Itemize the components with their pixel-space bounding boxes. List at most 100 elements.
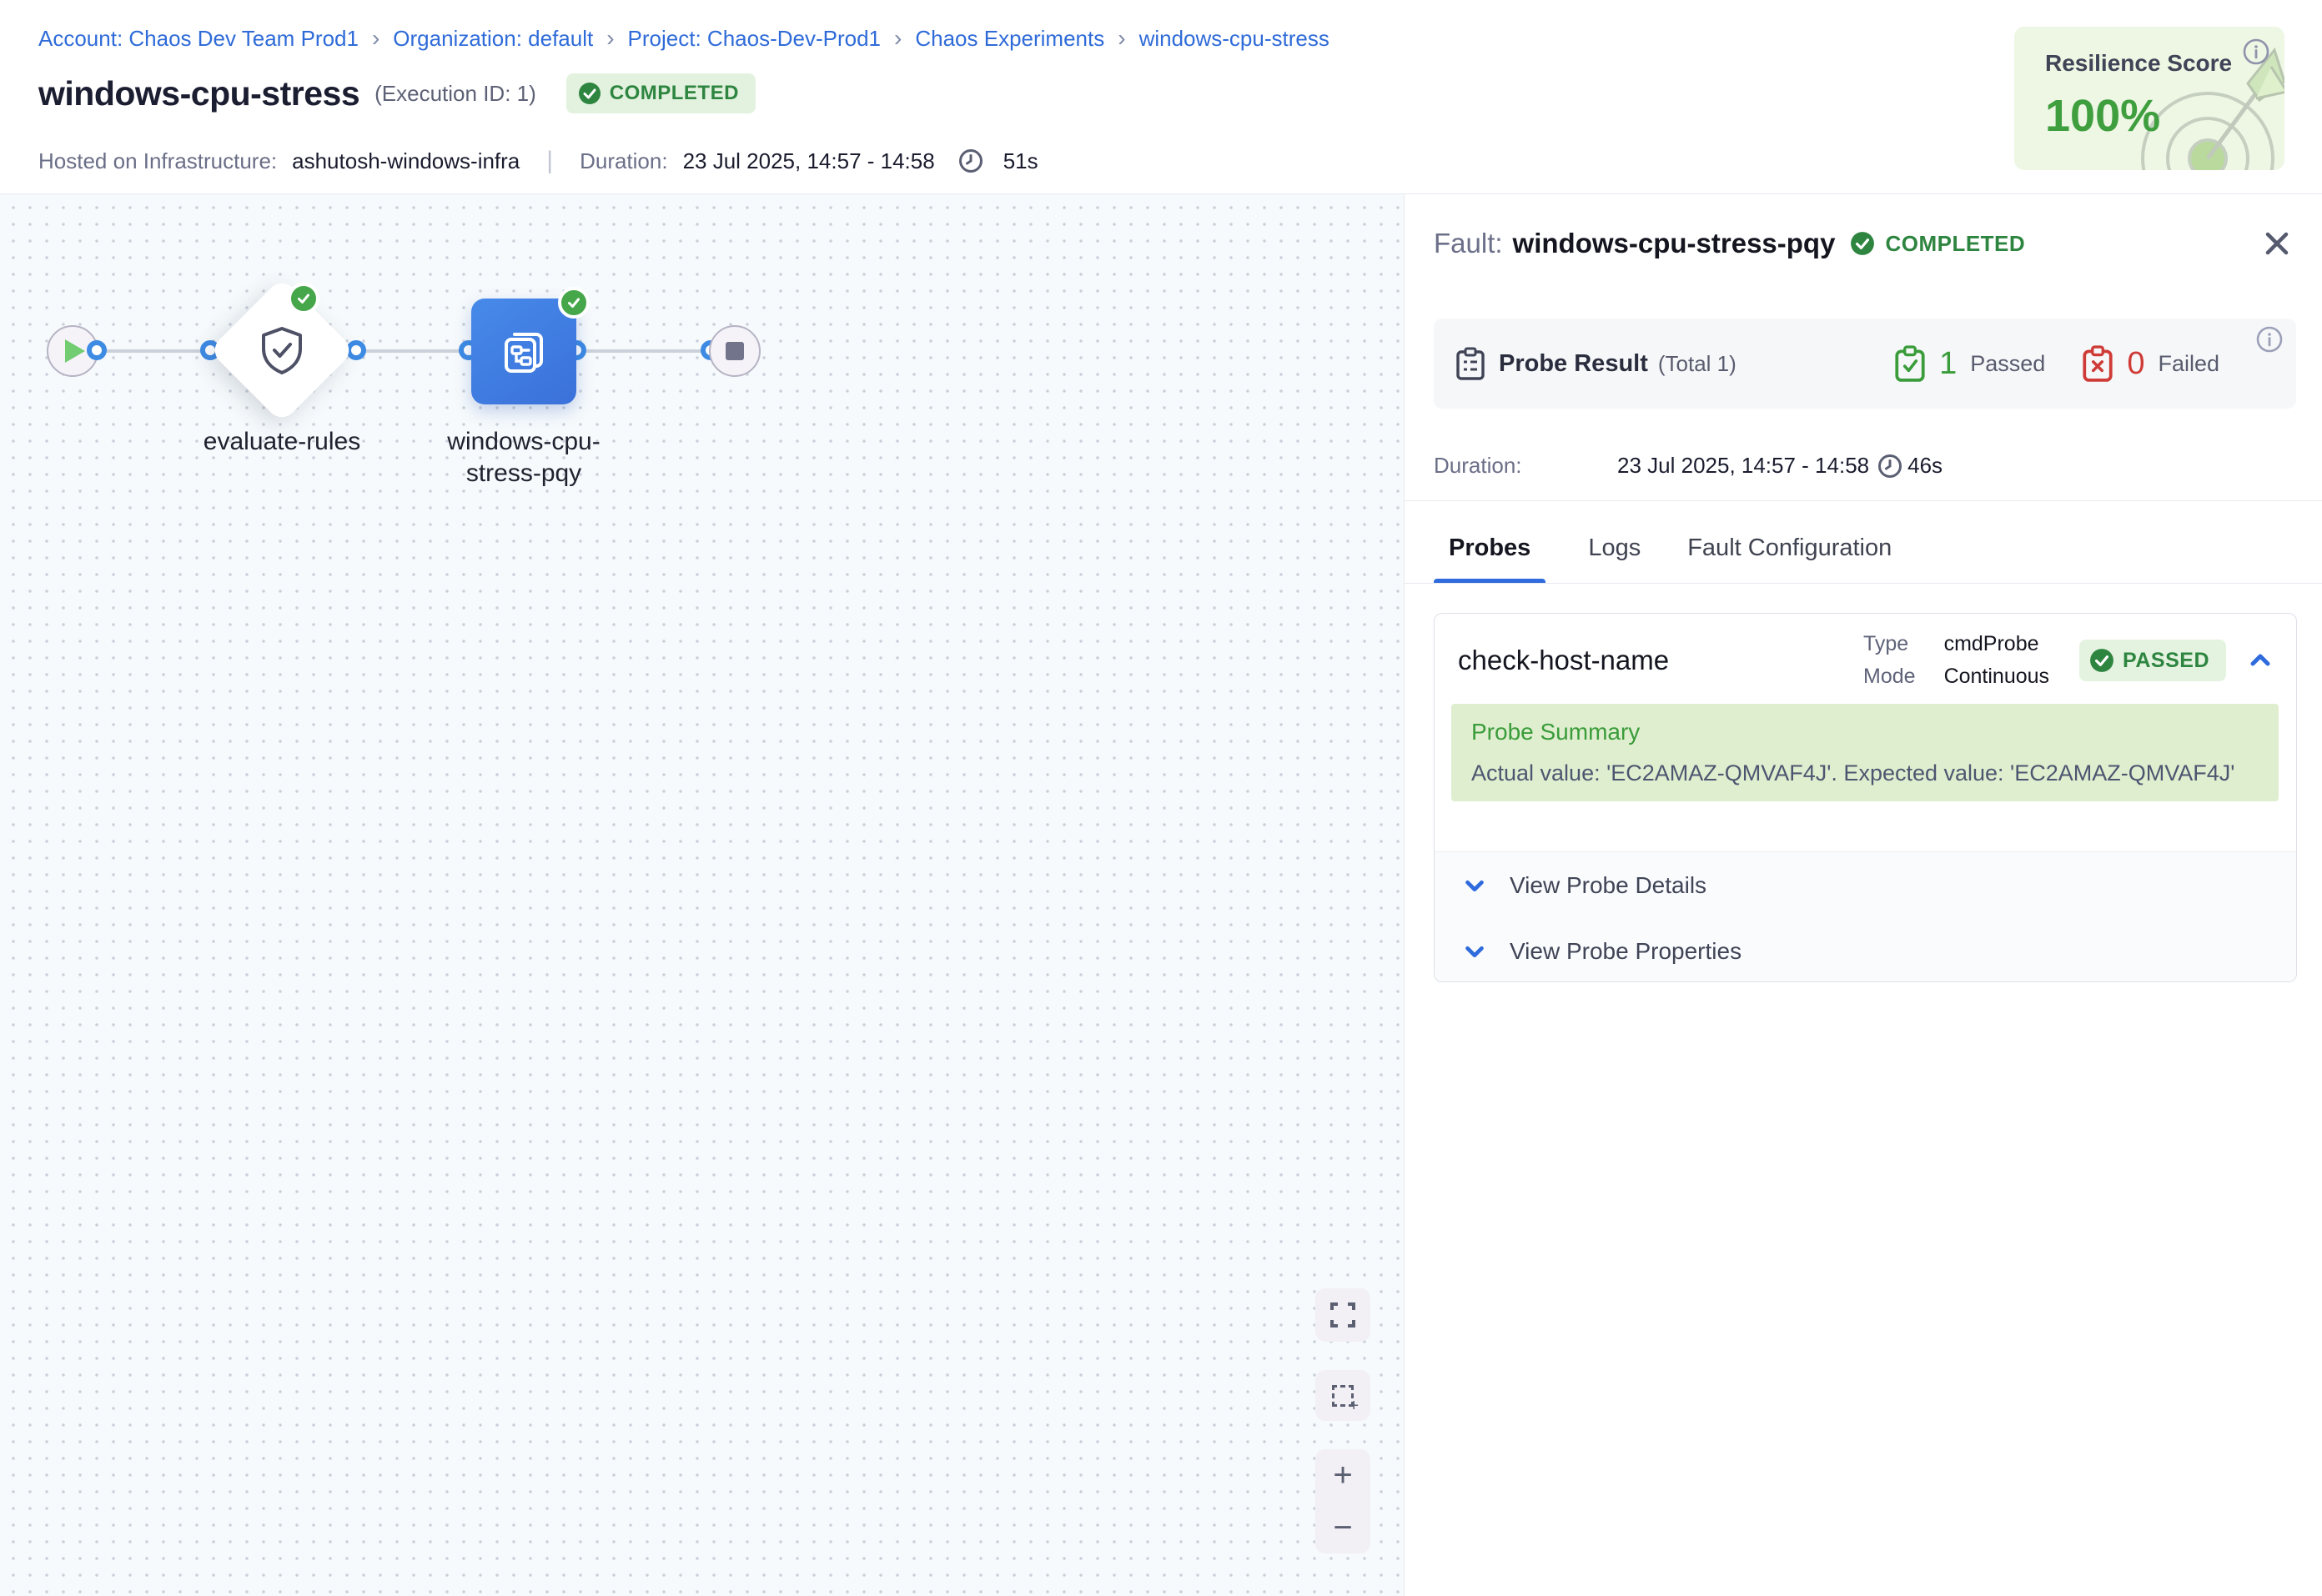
passed-count: 1	[1939, 346, 1957, 382]
clock-icon	[958, 148, 983, 173]
check-circle-icon	[578, 82, 601, 105]
fullscreen-icon	[1329, 1301, 1357, 1329]
probe-type-mode: Type cmdProbe Mode Continuous	[1863, 632, 2049, 689]
stop-icon	[726, 342, 744, 360]
selection-icon	[1332, 1385, 1354, 1407]
probe-mode-value: Continuous	[1944, 665, 2049, 689]
probe-status-badge: PASSED	[2079, 640, 2226, 681]
fault-label: Fault:	[1434, 228, 1503, 259]
breadcrumb-separator-icon: ›	[894, 25, 902, 52]
zoom-controls: + −	[1315, 1449, 1370, 1553]
infra-label: Hosted on Infrastructure:	[38, 148, 277, 174]
probe-card-footer: View Probe Details View Probe Properties	[1435, 851, 2296, 982]
breadcrumb-separator-icon: ›	[606, 25, 614, 52]
chevron-down-icon	[1461, 938, 1488, 965]
probe-card: check-host-name Type cmdProbe Mode Conti…	[1434, 613, 2297, 982]
passed-clipboard-icon	[1894, 345, 1926, 382]
failed-label: Failed	[2158, 351, 2219, 377]
canvas-controls: + −	[1315, 1288, 1370, 1553]
zoom-in-button[interactable]: +	[1333, 1458, 1352, 1492]
view-probe-properties-toggle[interactable]: View Probe Properties	[1435, 918, 2296, 982]
breadcrumb-separator-icon: ›	[1118, 25, 1125, 52]
probe-result-total: (Total 1)	[1658, 351, 1736, 377]
info-icon[interactable]	[2256, 326, 2283, 357]
check-circle-icon	[1850, 231, 1875, 256]
probe-summary-box: Probe Summary Actual value: 'EC2AMAZ-QMV…	[1451, 704, 2279, 801]
fault-duration: Duration: 23 Jul 2025, 14:57 - 14:58 46s	[1434, 453, 1943, 479]
fault-name: windows-cpu-stress-pqy	[1513, 228, 1836, 259]
probe-status-label: PASSED	[2123, 649, 2209, 673]
probe-result-title: Probe Result	[1499, 350, 1648, 378]
chaos-experiment-run-page: Account: Chaos Dev Team Prod1 › Organiza…	[0, 0, 2322, 1596]
divider	[1405, 500, 2322, 501]
fault-duration-seconds: 46s	[1907, 453, 1943, 479]
view-probe-details-label: View Probe Details	[1510, 872, 1706, 899]
node-label-line1: windows-cpu-	[399, 426, 649, 458]
play-icon	[65, 339, 85, 363]
page-title: windows-cpu-stress	[38, 74, 359, 113]
failed-clipboard-icon	[2082, 345, 2113, 382]
breadcrumb-account[interactable]: Account: Chaos Dev Team Prod1	[38, 26, 359, 52]
status-badge: COMPLETED	[566, 73, 756, 113]
close-icon[interactable]	[2261, 228, 2293, 259]
view-probe-properties-label: View Probe Properties	[1510, 938, 1742, 965]
node-label-fault: windows-cpu- stress-pqy	[399, 426, 649, 489]
shield-check-icon	[255, 324, 309, 377]
check-circle-icon	[2089, 648, 2114, 673]
infra-value: ashutosh-windows-infra	[292, 148, 520, 174]
breadcrumb: Account: Chaos Dev Team Prod1 › Organiza…	[38, 25, 1329, 52]
page-header: Account: Chaos Dev Team Prod1 › Organiza…	[0, 0, 2322, 194]
resilience-score-value: 100%	[2045, 90, 2160, 142]
probe-summary-text: Actual value: 'EC2AMAZ-QMVAF4J'. Expecte…	[1471, 760, 2259, 786]
node-success-badge	[288, 283, 319, 314]
chevron-up-icon[interactable]	[2246, 646, 2274, 675]
fault-duration-value: 23 Jul 2025, 14:57 - 14:58	[1617, 453, 1869, 479]
view-probe-details-toggle[interactable]: View Probe Details	[1435, 852, 2296, 918]
node-success-badge	[558, 287, 590, 319]
fault-status: COMPLETED	[1850, 231, 2025, 257]
end-node[interactable]	[709, 325, 761, 377]
port-dot	[87, 340, 107, 360]
meta-divider: |	[546, 147, 553, 175]
breadcrumb-project[interactable]: Project: Chaos-Dev-Prod1	[628, 26, 881, 52]
breadcrumb-chaos-experiments[interactable]: Chaos Experiments	[915, 26, 1104, 52]
fault-tabs: Probes Logs Fault Configuration	[1434, 512, 1896, 584]
probe-type-label: Type	[1863, 632, 1916, 656]
probe-result-summary: Probe Result (Total 1) 1 Passed 0 Failed	[1434, 319, 2296, 409]
breadcrumb-organization[interactable]: Organization: default	[393, 26, 593, 52]
fault-status-label: COMPLETED	[1885, 231, 2025, 257]
duration-value: 23 Jul 2025, 14:57 - 14:58	[683, 148, 935, 174]
clipboard-icon	[1455, 347, 1485, 380]
fault-duration-label: Duration:	[1434, 453, 1617, 479]
probe-name: check-host-name	[1458, 645, 1863, 676]
breadcrumb-current[interactable]: windows-cpu-stress	[1139, 26, 1329, 52]
fullscreen-button[interactable]	[1315, 1288, 1370, 1342]
pipeline-canvas[interactable]: evaluate-rules windows-cpu- stress-pqy +…	[0, 194, 1404, 1596]
experiment-meta: Hosted on Infrastructure: ashutosh-windo…	[38, 147, 1038, 175]
selection-mode-button[interactable]	[1315, 1370, 1370, 1421]
node-label-line2: stress-pqy	[399, 458, 649, 489]
tab-fault-configuration[interactable]: Fault Configuration	[1683, 512, 1896, 584]
passed-label: Passed	[1970, 351, 2045, 377]
failed-count: 0	[2127, 346, 2144, 382]
experiment-icon	[496, 324, 551, 379]
probe-mode-label: Mode	[1863, 665, 1916, 689]
execution-id: (Execution ID: 1)	[374, 81, 536, 107]
tab-logs[interactable]: Logs	[1584, 512, 1645, 584]
probe-summary-title: Probe Summary	[1471, 719, 2259, 745]
divider	[1405, 583, 2322, 584]
tab-probes[interactable]: Probes	[1434, 512, 1545, 584]
node-label-evaluate-rules: evaluate-rules	[157, 426, 407, 458]
duration-seconds: 51s	[1003, 148, 1038, 174]
duration-label: Duration:	[580, 148, 668, 174]
resilience-score-card: Resilience Score 100%	[2014, 27, 2284, 170]
windows-cpu-stress-pqy-node[interactable]	[471, 299, 576, 404]
breadcrumb-separator-icon: ›	[372, 25, 379, 52]
fault-details-panel: Fault: windows-cpu-stress-pqy COMPLETED …	[1404, 194, 2322, 1596]
info-icon[interactable]	[2243, 38, 2269, 69]
chevron-down-icon	[1461, 872, 1488, 899]
probe-type-value: cmdProbe	[1944, 632, 2049, 656]
zoom-out-button[interactable]: −	[1333, 1511, 1352, 1544]
clock-icon	[1877, 454, 1902, 479]
pipeline-edge	[356, 349, 469, 353]
